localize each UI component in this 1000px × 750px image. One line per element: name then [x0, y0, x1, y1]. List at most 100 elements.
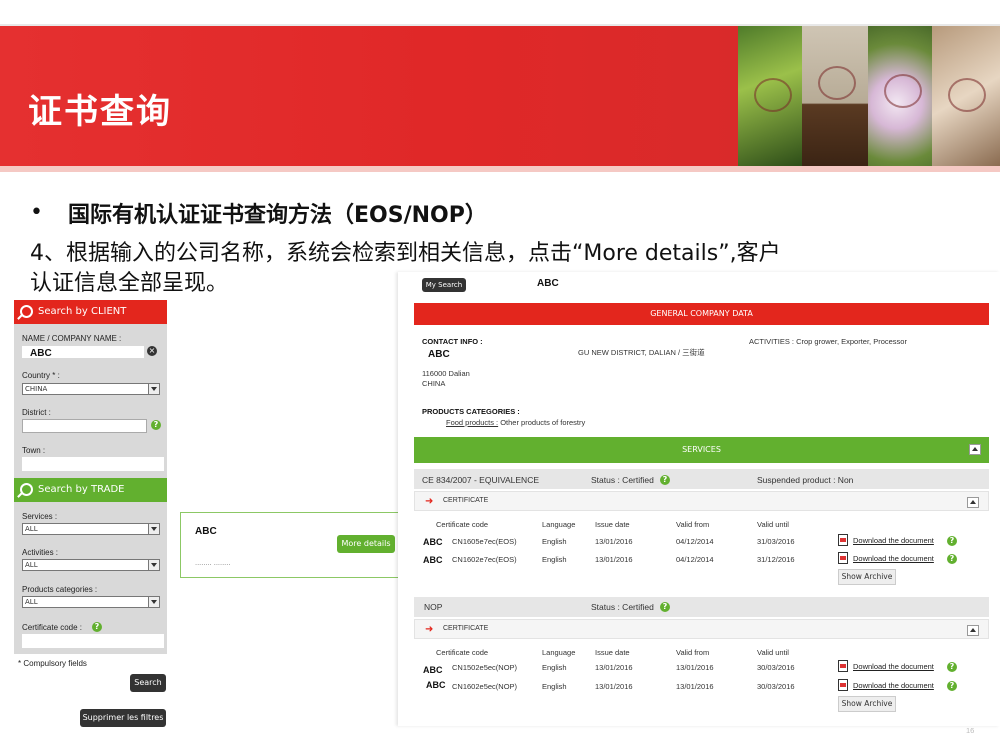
col-valid-until: Valid until	[757, 520, 789, 529]
products-categories-select[interactable]: ALL	[22, 596, 160, 608]
show-archive-button[interactable]: Show Archive	[838, 569, 896, 585]
food-products-link[interactable]: Food products :	[446, 418, 498, 427]
general-company-data-header: GENERAL COMPANY DATA	[414, 303, 989, 325]
client-search-panel: Search by CLIENT NAME / COMPANY NAME : A…	[14, 300, 167, 480]
row-certificate-code: CN1602e7ec(EOS)	[452, 555, 517, 564]
row-valid-from: 13/01/2016	[676, 682, 714, 691]
search-button[interactable]: Search	[130, 674, 166, 692]
row-valid-until: 30/03/2016	[757, 663, 795, 672]
my-search-button[interactable]: My Search	[422, 278, 466, 292]
activities-select[interactable]: ALL	[22, 559, 160, 571]
help-icon[interactable]: ?	[947, 536, 957, 546]
help-icon[interactable]: ?	[660, 475, 670, 485]
service-row	[414, 597, 989, 617]
row-certificate-code: CN1605e7ec(EOS)	[452, 537, 517, 546]
products-categories-label: Products categories :	[22, 585, 98, 594]
district-label: District :	[22, 408, 51, 417]
company-name-value: ABC	[30, 348, 52, 359]
row-issue-date: 13/01/2016	[595, 663, 633, 672]
col-valid-from: Valid from	[676, 648, 710, 657]
products-categories-label: PRODUCTS CATEGORIES :	[422, 407, 520, 416]
row-issue-date: 13/01/2016	[595, 537, 633, 546]
services-header: SERVICES	[414, 437, 989, 463]
trade-search-label: Search by TRADE	[38, 484, 125, 495]
remove-filters-button[interactable]: Supprimer les filtres	[80, 709, 166, 727]
products-categories-value: Food products : Other products of forest…	[446, 418, 586, 427]
help-icon[interactable]: ?	[947, 554, 957, 564]
show-archive-button[interactable]: Show Archive	[838, 696, 896, 712]
help-icon[interactable]: ?	[947, 662, 957, 672]
section-title: 国际有机认证证书查询方法（EOS/NOP）	[68, 203, 487, 228]
download-document-link[interactable]: Download the document	[853, 554, 934, 563]
client-search-header[interactable]: Search by CLIENT	[14, 300, 167, 324]
service-name: NOP	[424, 602, 443, 612]
document-icon[interactable]	[838, 534, 848, 546]
search-icon	[20, 305, 33, 318]
result-company-name: ABC	[195, 526, 217, 537]
header-accent-bar	[0, 166, 1000, 172]
row-valid-from: 04/12/2014	[676, 537, 714, 546]
certificate-tab[interactable]: ➜ CERTIFICATE	[414, 619, 989, 639]
country-label: Country * :	[22, 371, 60, 380]
certificate-tab-label: CERTIFICATE	[443, 497, 489, 504]
arrow-icon: ➜	[425, 496, 434, 507]
help-icon[interactable]: ?	[92, 622, 102, 632]
download-document-link[interactable]: Download the document	[853, 536, 934, 545]
page-number: 16	[966, 726, 975, 735]
chevron-down-icon	[148, 597, 159, 607]
download-document-link[interactable]: Download the document	[853, 662, 934, 671]
row-certificate-code: CN1502e5ec(NOP)	[452, 663, 518, 672]
col-issue-date: Issue date	[595, 520, 630, 529]
bread-photo	[932, 26, 1000, 166]
trade-search-header[interactable]: Search by TRADE	[14, 478, 167, 502]
result-subtext: ........ ........	[195, 558, 231, 567]
document-icon[interactable]	[838, 660, 848, 672]
service-status: Status : Certified	[591, 475, 654, 485]
town-label: Town :	[22, 446, 46, 455]
row-company: ABC	[423, 665, 443, 675]
help-icon[interactable]: ?	[947, 681, 957, 691]
row-certificate-code: CN1602e5ec(NOP)	[452, 682, 518, 691]
client-search-label: Search by CLIENT	[38, 306, 127, 317]
collapse-icon[interactable]	[969, 444, 981, 455]
contact-address-line-2: CHINA	[422, 379, 446, 388]
services-select[interactable]: ALL	[22, 523, 160, 535]
page-title: 证书查询	[28, 92, 172, 132]
clear-icon[interactable]: ×	[147, 346, 157, 356]
document-icon[interactable]	[838, 552, 848, 564]
coffee-photo	[802, 26, 868, 166]
help-icon[interactable]: ?	[151, 420, 161, 430]
trade-search-panel: Search by TRADE Services : ALL Activitie…	[14, 478, 167, 654]
row-valid-until: 30/03/2016	[757, 682, 795, 691]
more-details-button[interactable]: More details	[337, 535, 395, 553]
collapse-icon[interactable]	[967, 497, 979, 508]
row-issue-date: 13/01/2016	[595, 682, 633, 691]
col-valid-from: Valid from	[676, 520, 710, 529]
detail-company-name: ABC	[537, 278, 559, 289]
country-select[interactable]: CHINA	[22, 383, 160, 395]
contact-name: ABC	[428, 349, 450, 360]
description-line-2: 认证信息全部呈现。	[30, 271, 229, 296]
document-icon[interactable]	[838, 679, 848, 691]
help-icon[interactable]: ?	[660, 602, 670, 612]
district-input[interactable]	[22, 419, 147, 433]
certificate-code-input[interactable]	[22, 634, 164, 648]
col-valid-until: Valid until	[757, 648, 789, 657]
download-document-link[interactable]: Download the document	[853, 681, 934, 690]
certificate-tab[interactable]: ➜ CERTIFICATE	[414, 491, 989, 511]
col-certificate-code: Certificate code	[436, 648, 489, 657]
description-line-1: 4、根据输入的公司名称，系统会检索到相关信息，点击“More details”,…	[30, 241, 781, 266]
collapse-icon[interactable]	[967, 625, 979, 636]
company-name-input[interactable]: ABC	[22, 346, 144, 359]
col-language: Language	[542, 520, 576, 529]
town-input[interactable]	[22, 457, 164, 471]
row-valid-from: 04/12/2014	[676, 555, 714, 564]
suspended-product: Suspended product : Non	[757, 475, 854, 485]
certificate-tab-label: CERTIFICATE	[443, 625, 489, 632]
row-valid-until: 31/03/2016	[757, 537, 795, 546]
row-company: ABC	[423, 537, 443, 547]
arrow-icon: ➜	[425, 624, 434, 635]
bullet: •	[30, 200, 43, 225]
row-valid-until: 31/12/2016	[757, 555, 795, 564]
search-icon	[20, 483, 33, 496]
